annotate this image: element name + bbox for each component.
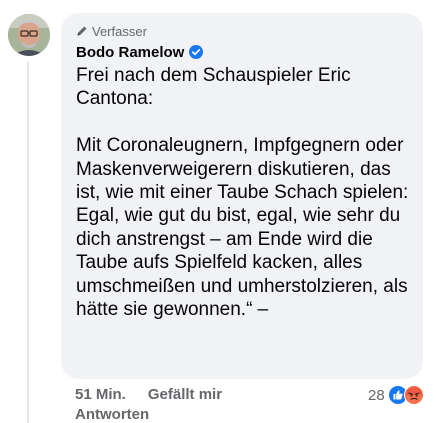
author-role-label: Verfasser [92,23,147,39]
comment-bubble: Verfasser Bodo Ramelow Frei nach dem Sch… [61,13,423,379]
like-button[interactable]: Gefällt mir [148,386,222,403]
angry-icon [403,385,424,405]
thread-line [27,62,29,423]
comment-text: Frei nach dem Schauspieler Eric Cantona:… [76,65,409,321]
avatar-photo [8,14,50,56]
reply-button[interactable]: Antworten [75,406,437,423]
pencil-icon [77,26,87,36]
reaction-count: 28 [368,386,385,404]
avatar[interactable] [8,14,50,56]
comment-timestamp[interactable]: 51 Min. [75,386,126,403]
verified-badge-icon [189,45,204,59]
author-name[interactable]: Bodo Ramelow [76,44,184,61]
reaction-summary[interactable]: 28 [368,384,424,406]
author-role: Verfasser [76,23,409,39]
